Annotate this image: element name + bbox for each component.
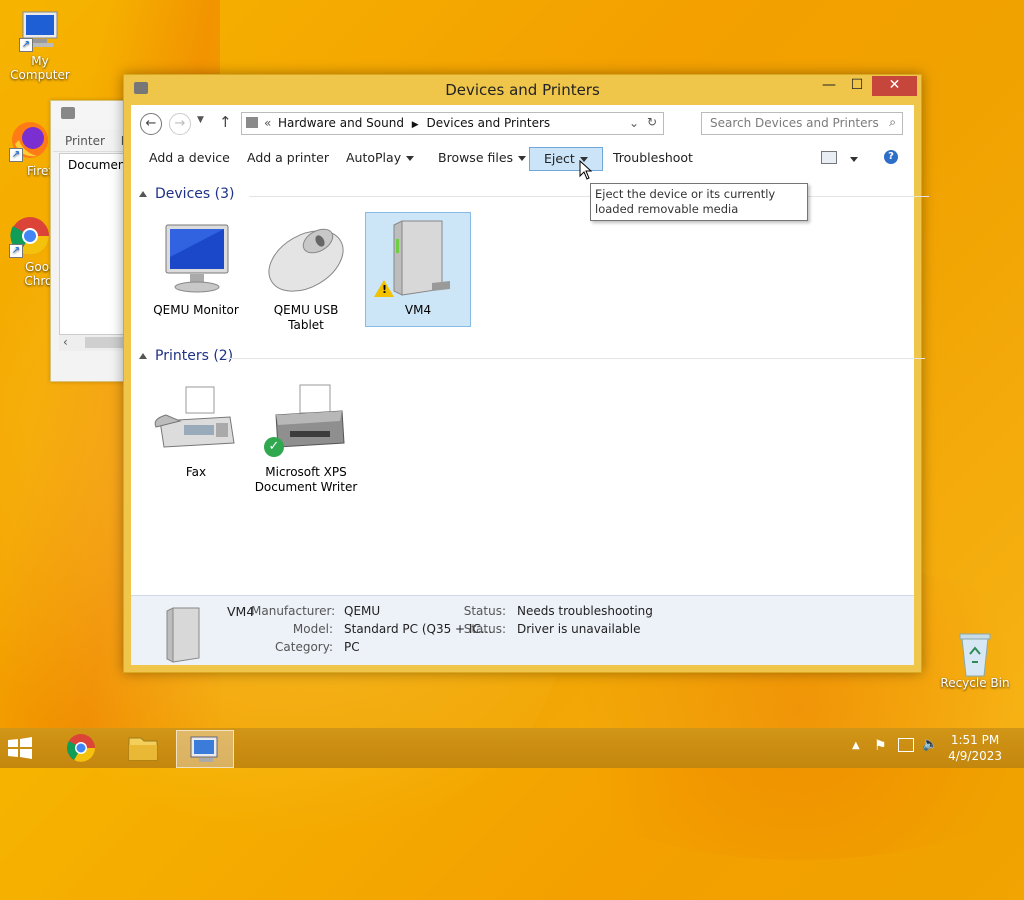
desktop-icon-label: Recycle Bin bbox=[940, 676, 1010, 690]
printer-microsoft-xps[interactable]: ✓ Microsoft XPS Document Writer bbox=[254, 375, 358, 495]
show-hidden-icons-button[interactable]: ▲ bbox=[852, 740, 860, 751]
taskbar-file-explorer[interactable] bbox=[115, 730, 171, 766]
taskbar-devices-and-printers[interactable] bbox=[176, 730, 234, 768]
desktop-icon-recycle-bin[interactable]: Recycle Bin bbox=[935, 630, 1015, 690]
refresh-icon[interactable]: ↻ bbox=[647, 115, 657, 129]
chevron-down-icon[interactable]: ⌄ bbox=[629, 116, 639, 130]
address-toolbar: ← → ▼ ↑ « Hardware and Sound ▶ Devices a… bbox=[131, 105, 914, 141]
fax-icon bbox=[150, 381, 242, 461]
details-pane: VM4 Manufacturer: QEMU Model: Standard P… bbox=[131, 595, 914, 665]
troubleshoot-button[interactable]: Troubleshoot bbox=[610, 147, 696, 169]
chevron-left-icon[interactable]: ‹ bbox=[63, 335, 68, 349]
computer-icon: ↗ bbox=[17, 8, 63, 52]
devices-printers-icon bbox=[190, 736, 218, 762]
device-qemu-monitor[interactable]: QEMU Monitor bbox=[144, 213, 248, 318]
devices-content-area[interactable]: Devices (3) QEMU Monitor QEMU USB Tablet… bbox=[131, 171, 929, 595]
printer-fax[interactable]: Fax bbox=[144, 375, 248, 480]
chrome-icon bbox=[67, 734, 95, 762]
caret-down-icon bbox=[850, 157, 858, 162]
eject-tooltip: Eject the device or its currently loaded… bbox=[590, 183, 808, 221]
search-icon[interactable]: ⌕ bbox=[889, 115, 896, 130]
browse-files-button[interactable]: Browse files bbox=[435, 147, 529, 169]
devices-group-header[interactable]: Devices (3) bbox=[139, 186, 929, 202]
printer-label: Microsoft XPS Document Writer bbox=[254, 465, 358, 494]
clock[interactable]: 1:51 PM 4/9/2023 bbox=[948, 732, 1002, 764]
action-center-flag-icon[interactable]: ⚑ bbox=[874, 738, 887, 754]
printers-group-header[interactable]: Printers (2) bbox=[139, 348, 925, 364]
view-options-dropdown[interactable] bbox=[845, 152, 858, 166]
device-vm4[interactable]: ! VM4 bbox=[365, 212, 471, 327]
collapse-icon[interactable] bbox=[139, 191, 147, 197]
add-printer-button[interactable]: Add a printer bbox=[244, 147, 332, 169]
devices-and-printers-window[interactable]: Devices and Printers — ☐ ✕ ← → ▼ ↑ « Har… bbox=[123, 74, 929, 673]
network-icon[interactable] bbox=[898, 738, 914, 752]
chevron-right-icon[interactable]: ▶ bbox=[412, 120, 419, 130]
firefox-icon: ↗ bbox=[7, 118, 53, 162]
device-label: QEMU USB Tablet bbox=[273, 303, 339, 332]
device-qemu-usb-tablet[interactable]: QEMU USB Tablet bbox=[254, 213, 358, 333]
desktop-icon-label: My Computer bbox=[10, 54, 70, 82]
back-button[interactable]: ← bbox=[140, 113, 162, 135]
monitor-icon bbox=[150, 219, 242, 299]
chrome-icon: ↗ bbox=[7, 214, 53, 258]
maximize-button[interactable]: ☐ bbox=[843, 76, 871, 96]
device-label: QEMU Monitor bbox=[153, 303, 239, 317]
start-button[interactable] bbox=[6, 736, 38, 760]
desktop-icon-my-computer[interactable]: ↗ My Computer bbox=[0, 8, 80, 82]
forward-button[interactable]: → bbox=[169, 113, 191, 135]
printer-icon bbox=[61, 107, 75, 119]
title-bar[interactable]: Devices and Printers — ☐ ✕ bbox=[124, 75, 921, 105]
help-button[interactable]: ? bbox=[884, 150, 898, 164]
taskbar-chrome[interactable] bbox=[53, 730, 109, 766]
breadcrumb-devices-and-printers[interactable]: Devices and Printers bbox=[427, 116, 551, 130]
address-bar[interactable]: « Hardware and Sound ▶ Devices and Print… bbox=[241, 112, 664, 135]
recycle-bin-icon bbox=[952, 630, 998, 677]
manufacturer-value: QEMU bbox=[344, 604, 381, 618]
caret-down-icon bbox=[518, 156, 527, 161]
mouse-cursor-icon bbox=[579, 159, 593, 183]
search-input[interactable]: Search Devices and Printers ⌕ bbox=[701, 112, 903, 135]
breadcrumb-hardware-and-sound[interactable]: Hardware and Sound bbox=[278, 116, 404, 130]
mouse-icon bbox=[260, 219, 352, 299]
status-value: Driver is unavailable bbox=[517, 622, 641, 636]
collapse-icon[interactable] bbox=[139, 353, 147, 359]
command-bar: Add a device Add a printer AutoPlay Brow… bbox=[131, 141, 914, 171]
close-button[interactable]: ✕ bbox=[872, 76, 917, 96]
windows-icon bbox=[8, 737, 32, 759]
volume-muted-icon[interactable]: 🔈 bbox=[922, 737, 938, 752]
category-value: PC bbox=[344, 640, 360, 654]
change-view-button[interactable] bbox=[821, 151, 837, 164]
up-button[interactable]: ↑ bbox=[219, 113, 232, 131]
status-value: Needs troubleshooting bbox=[517, 604, 653, 618]
control-panel-icon bbox=[246, 117, 258, 128]
folder-icon bbox=[128, 737, 158, 761]
window-title: Devices and Printers bbox=[445, 81, 600, 99]
recent-locations-dropdown[interactable]: ▼ bbox=[197, 115, 204, 125]
pc-tower-icon bbox=[159, 606, 205, 667]
printer-icon: ✓ bbox=[260, 381, 352, 461]
minimize-button[interactable]: — bbox=[815, 76, 843, 96]
pc-tower-icon: ! bbox=[372, 219, 464, 299]
caret-down-icon bbox=[406, 156, 415, 161]
printer-label: Fax bbox=[185, 465, 207, 479]
add-device-button[interactable]: Add a device bbox=[146, 147, 233, 169]
autoplay-button[interactable]: AutoPlay bbox=[343, 147, 417, 169]
taskbar: ▲ ⚑ 🔈 1:51 PM 4/9/2023 bbox=[0, 728, 1024, 768]
default-check-icon: ✓ bbox=[264, 437, 284, 457]
device-label: VM4 bbox=[404, 303, 432, 317]
